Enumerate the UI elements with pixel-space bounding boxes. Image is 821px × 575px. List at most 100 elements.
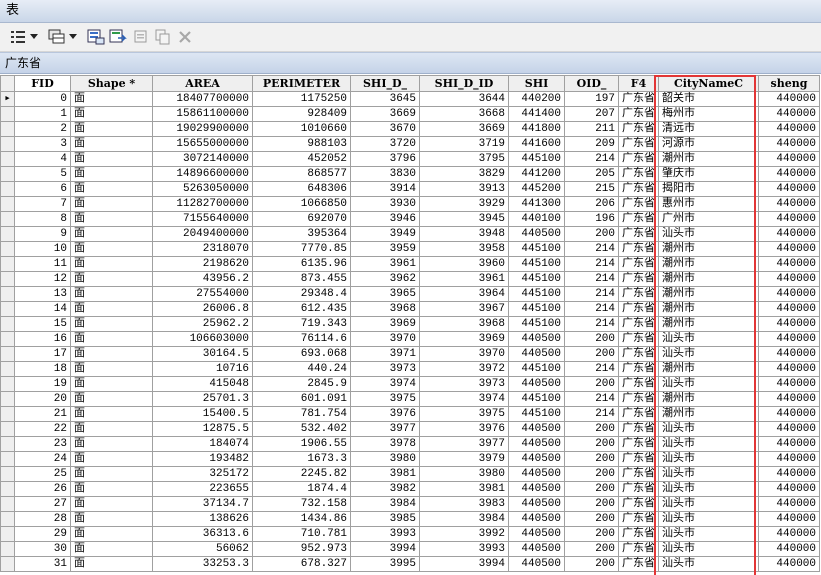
table-cell[interactable]: 汕头市 bbox=[658, 556, 759, 572]
table-cell[interactable]: 200 bbox=[564, 496, 619, 512]
table-cell[interactable]: 440000 bbox=[758, 91, 820, 107]
table-row[interactable]: ▸ 0 面 18407700000 1175250 3645 3644 440200 197 广东… bbox=[0, 91, 820, 107]
table-cell[interactable]: 梅州市 bbox=[658, 106, 759, 122]
table-cell[interactable]: 440000 bbox=[758, 106, 820, 122]
table-cell[interactable]: 4 bbox=[14, 151, 71, 167]
table-cell[interactable]: 26 bbox=[14, 481, 71, 497]
table-cell[interactable]: 138626 bbox=[152, 511, 253, 527]
row-selector[interactable]: ▸ bbox=[0, 91, 15, 107]
table-cell[interactable]: 214 bbox=[564, 316, 619, 332]
table-cell[interactable]: 3961 bbox=[419, 271, 509, 287]
table-cell[interactable]: 440000 bbox=[758, 211, 820, 227]
table-cell[interactable]: 200 bbox=[564, 556, 619, 572]
table-cell[interactable]: 汕头市 bbox=[658, 466, 759, 482]
table-cell[interactable]: 3985 bbox=[350, 511, 420, 527]
table-cell[interactable]: 440000 bbox=[758, 406, 820, 422]
table-cell[interactable]: 3829 bbox=[419, 166, 509, 182]
table-cell[interactable]: 3970 bbox=[419, 346, 509, 362]
table-cell[interactable]: 2 bbox=[14, 121, 71, 137]
table-cell[interactable]: 广东省 bbox=[618, 136, 659, 152]
table-cell[interactable]: 河源市 bbox=[658, 136, 759, 152]
table-cell[interactable]: 面 bbox=[70, 181, 153, 197]
table-cell[interactable]: 27554000 bbox=[152, 286, 253, 302]
table-row[interactable]: 28 面 138626 1434.86 3985 3984 440500 200 广东省 汕头市 4… bbox=[0, 511, 820, 527]
table-cell[interactable]: 200 bbox=[564, 376, 619, 392]
table-cell[interactable]: 3929 bbox=[419, 196, 509, 212]
table-row[interactable]: 22 面 12875.5 532.402 3977 3976 440500 200 广东省 汕头市… bbox=[0, 421, 820, 437]
table-cell[interactable]: 广东省 bbox=[618, 166, 659, 182]
table-cell[interactable]: 440000 bbox=[758, 256, 820, 272]
table-cell[interactable]: 3670 bbox=[350, 121, 420, 137]
table-cell[interactable]: 3969 bbox=[419, 331, 509, 347]
table-cell[interactable]: 3668 bbox=[419, 106, 509, 122]
table-cell[interactable]: 648306 bbox=[252, 181, 351, 197]
table-cell[interactable]: 445200 bbox=[508, 181, 565, 197]
table-cell[interactable]: 面 bbox=[70, 496, 153, 512]
table-cell[interactable]: 汕头市 bbox=[658, 481, 759, 497]
table-cell[interactable]: 440000 bbox=[758, 166, 820, 182]
table-cell[interactable]: 36313.6 bbox=[152, 526, 253, 542]
table-cell[interactable]: 面 bbox=[70, 391, 153, 407]
table-cell[interactable]: 43956.2 bbox=[152, 271, 253, 287]
table-cell[interactable]: 20 bbox=[14, 391, 71, 407]
table-cell[interactable]: 3977 bbox=[350, 421, 420, 437]
table-cell[interactable]: 415048 bbox=[152, 376, 253, 392]
table-cell[interactable]: 440000 bbox=[758, 451, 820, 467]
delete-selected-icon[interactable] bbox=[176, 28, 194, 46]
table-cell[interactable]: 732.158 bbox=[252, 496, 351, 512]
table-row[interactable]: 20 面 25701.3 601.091 3975 3974 445100 214 广东省 潮州市… bbox=[0, 391, 820, 407]
table-cell[interactable]: 面 bbox=[70, 151, 153, 167]
table-cell[interactable]: 3977 bbox=[419, 436, 509, 452]
table-cell[interactable]: 440200 bbox=[508, 91, 565, 107]
table-cell[interactable]: 445100 bbox=[508, 406, 565, 422]
table-cell[interactable]: 广东省 bbox=[618, 211, 659, 227]
table-cell[interactable]: 440500 bbox=[508, 331, 565, 347]
table-cell[interactable]: 汕头市 bbox=[658, 331, 759, 347]
table-cell[interactable]: 18407700000 bbox=[152, 91, 253, 107]
table-cell[interactable]: 10716 bbox=[152, 361, 253, 377]
table-cell[interactable]: 601.091 bbox=[252, 391, 351, 407]
column-header[interactable]: sheng bbox=[758, 75, 820, 92]
table-cell[interactable]: 3974 bbox=[350, 376, 420, 392]
table-cell[interactable]: 678.327 bbox=[252, 556, 351, 572]
table-cell[interactable]: 214 bbox=[564, 361, 619, 377]
table-cell[interactable]: 广东省 bbox=[618, 406, 659, 422]
table-cell[interactable]: 440000 bbox=[758, 481, 820, 497]
table-cell[interactable]: 440000 bbox=[758, 316, 820, 332]
table-cell[interactable]: 440000 bbox=[758, 556, 820, 572]
table-cell[interactable]: 3979 bbox=[419, 451, 509, 467]
table-cell[interactable]: 揭阳市 bbox=[658, 181, 759, 197]
row-selector[interactable] bbox=[0, 421, 15, 437]
table-cell[interactable]: 广东省 bbox=[618, 376, 659, 392]
table-cell[interactable]: 面 bbox=[70, 526, 153, 542]
table-cell[interactable]: 3992 bbox=[419, 526, 509, 542]
table-cell[interactable]: 3975 bbox=[350, 391, 420, 407]
table-cell[interactable]: 440000 bbox=[758, 226, 820, 242]
table-cell[interactable]: 广东省 bbox=[618, 241, 659, 257]
column-header[interactable]: F4 bbox=[618, 75, 659, 92]
table-cell[interactable]: 面 bbox=[70, 541, 153, 557]
table-cell[interactable]: 广东省 bbox=[618, 196, 659, 212]
table-cell[interactable]: 21 bbox=[14, 406, 71, 422]
table-cell[interactable]: 33253.3 bbox=[152, 556, 253, 572]
table-cell[interactable]: 广东省 bbox=[618, 226, 659, 242]
table-cell[interactable]: 440000 bbox=[758, 541, 820, 557]
row-selector[interactable] bbox=[0, 556, 15, 572]
row-selector[interactable] bbox=[0, 376, 15, 392]
table-cell[interactable]: 19 bbox=[14, 376, 71, 392]
table-cell[interactable]: 汕头市 bbox=[658, 541, 759, 557]
table-row[interactable]: 24 面 193482 1673.3 3980 3979 440500 200 广东省 汕头市 44… bbox=[0, 451, 820, 467]
table-row[interactable]: 17 面 30164.5 693.068 3971 3970 440500 200 广东省 汕头市… bbox=[0, 346, 820, 362]
table-cell[interactable]: 13 bbox=[14, 286, 71, 302]
table-cell[interactable]: 3719 bbox=[419, 136, 509, 152]
table-cell[interactable]: 207 bbox=[564, 106, 619, 122]
table-cell[interactable]: 面 bbox=[70, 436, 153, 452]
table-cell[interactable]: 193482 bbox=[152, 451, 253, 467]
table-cell[interactable]: 3983 bbox=[419, 496, 509, 512]
table-cell[interactable]: 面 bbox=[70, 331, 153, 347]
table-row[interactable]: 21 面 15400.5 781.754 3976 3975 445100 214 广东省 潮州市… bbox=[0, 406, 820, 422]
table-cell[interactable]: 445100 bbox=[508, 286, 565, 302]
table-row[interactable]: 7 面 11282700000 1066850 3930 3929 441300 206 广东省… bbox=[0, 196, 820, 212]
table-cell[interactable]: 441800 bbox=[508, 121, 565, 137]
table-cell[interactable]: 3980 bbox=[419, 466, 509, 482]
